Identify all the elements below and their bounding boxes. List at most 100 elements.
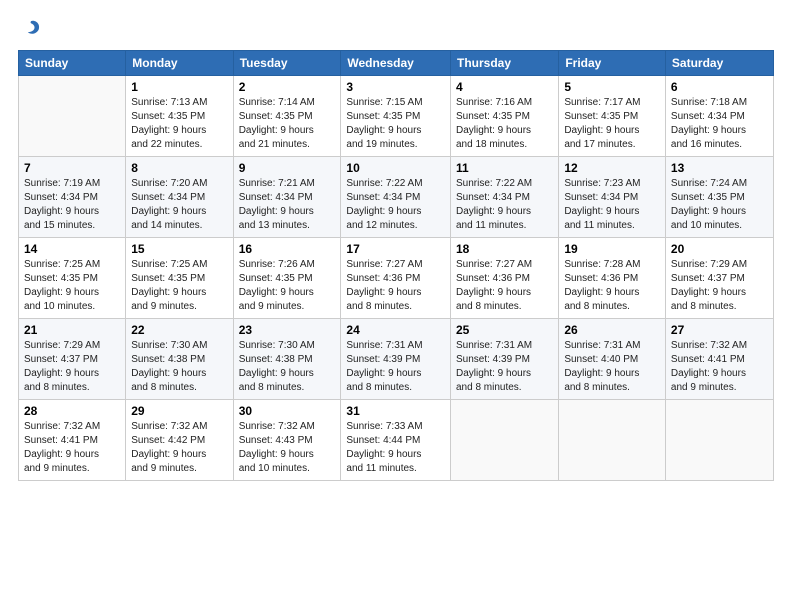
day-number: 8 bbox=[131, 161, 227, 175]
day-info: Sunrise: 7:32 AM Sunset: 4:42 PM Dayligh… bbox=[131, 420, 227, 476]
day-cell bbox=[450, 400, 558, 481]
day-number: 4 bbox=[456, 80, 553, 94]
day-info: Sunrise: 7:21 AM Sunset: 4:34 PM Dayligh… bbox=[239, 177, 336, 233]
day-number: 25 bbox=[456, 323, 553, 337]
day-info: Sunrise: 7:27 AM Sunset: 4:36 PM Dayligh… bbox=[456, 258, 553, 314]
logo-bird-icon bbox=[20, 18, 42, 40]
day-info: Sunrise: 7:31 AM Sunset: 4:40 PM Dayligh… bbox=[564, 339, 660, 395]
page: SundayMondayTuesdayWednesdayThursdayFrid… bbox=[0, 0, 792, 612]
day-info: Sunrise: 7:22 AM Sunset: 4:34 PM Dayligh… bbox=[456, 177, 553, 233]
day-info: Sunrise: 7:29 AM Sunset: 4:37 PM Dayligh… bbox=[671, 258, 768, 314]
day-number: 29 bbox=[131, 404, 227, 418]
day-cell: 5 Sunrise: 7:17 AM Sunset: 4:35 PM Daylig… bbox=[559, 76, 666, 157]
day-info: Sunrise: 7:33 AM Sunset: 4:44 PM Dayligh… bbox=[346, 420, 445, 476]
day-cell: 14 Sunrise: 7:25 AM Sunset: 4:35 PM Dayli… bbox=[19, 238, 126, 319]
day-info: Sunrise: 7:18 AM Sunset: 4:34 PM Dayligh… bbox=[671, 96, 768, 152]
day-cell: 30 Sunrise: 7:32 AM Sunset: 4:43 PM Dayli… bbox=[233, 400, 341, 481]
calendar-table: SundayMondayTuesdayWednesdayThursdayFrid… bbox=[18, 50, 774, 481]
day-number: 31 bbox=[346, 404, 445, 418]
week-row-2: 14 Sunrise: 7:25 AM Sunset: 4:35 PM Dayli… bbox=[19, 238, 774, 319]
day-info: Sunrise: 7:16 AM Sunset: 4:35 PM Dayligh… bbox=[456, 96, 553, 152]
day-number: 12 bbox=[564, 161, 660, 175]
day-number: 7 bbox=[24, 161, 120, 175]
day-cell: 1 Sunrise: 7:13 AM Sunset: 4:35 PM Daylig… bbox=[126, 76, 233, 157]
day-info: Sunrise: 7:24 AM Sunset: 4:35 PM Dayligh… bbox=[671, 177, 768, 233]
day-number: 18 bbox=[456, 242, 553, 256]
col-header-wednesday: Wednesday bbox=[341, 51, 451, 76]
col-header-tuesday: Tuesday bbox=[233, 51, 341, 76]
day-cell: 27 Sunrise: 7:32 AM Sunset: 4:41 PM Dayli… bbox=[665, 319, 773, 400]
day-cell: 18 Sunrise: 7:27 AM Sunset: 4:36 PM Dayli… bbox=[450, 238, 558, 319]
day-cell: 25 Sunrise: 7:31 AM Sunset: 4:39 PM Dayli… bbox=[450, 319, 558, 400]
day-number: 19 bbox=[564, 242, 660, 256]
day-cell: 16 Sunrise: 7:26 AM Sunset: 4:35 PM Dayli… bbox=[233, 238, 341, 319]
day-number: 16 bbox=[239, 242, 336, 256]
day-number: 24 bbox=[346, 323, 445, 337]
week-row-3: 21 Sunrise: 7:29 AM Sunset: 4:37 PM Dayli… bbox=[19, 319, 774, 400]
day-number: 28 bbox=[24, 404, 120, 418]
day-number: 10 bbox=[346, 161, 445, 175]
day-cell: 13 Sunrise: 7:24 AM Sunset: 4:35 PM Dayli… bbox=[665, 157, 773, 238]
day-number: 11 bbox=[456, 161, 553, 175]
col-header-saturday: Saturday bbox=[665, 51, 773, 76]
day-info: Sunrise: 7:19 AM Sunset: 4:34 PM Dayligh… bbox=[24, 177, 120, 233]
day-number: 15 bbox=[131, 242, 227, 256]
day-info: Sunrise: 7:32 AM Sunset: 4:41 PM Dayligh… bbox=[671, 339, 768, 395]
day-number: 9 bbox=[239, 161, 336, 175]
day-cell: 7 Sunrise: 7:19 AM Sunset: 4:34 PM Daylig… bbox=[19, 157, 126, 238]
day-info: Sunrise: 7:32 AM Sunset: 4:41 PM Dayligh… bbox=[24, 420, 120, 476]
day-cell: 20 Sunrise: 7:29 AM Sunset: 4:37 PM Dayli… bbox=[665, 238, 773, 319]
day-cell bbox=[559, 400, 666, 481]
header bbox=[18, 18, 774, 40]
week-row-1: 7 Sunrise: 7:19 AM Sunset: 4:34 PM Daylig… bbox=[19, 157, 774, 238]
day-cell: 12Sunrise: 7:23 AM Sunset: 4:34 PM Dayli… bbox=[559, 157, 666, 238]
day-info: Sunrise: 7:31 AM Sunset: 4:39 PM Dayligh… bbox=[456, 339, 553, 395]
day-cell: 15Sunrise: 7:25 AM Sunset: 4:35 PM Dayli… bbox=[126, 238, 233, 319]
day-number: 26 bbox=[564, 323, 660, 337]
day-info: Sunrise: 7:28 AM Sunset: 4:36 PM Dayligh… bbox=[564, 258, 660, 314]
col-header-sunday: Sunday bbox=[19, 51, 126, 76]
day-cell: 24 Sunrise: 7:31 AM Sunset: 4:39 PM Dayli… bbox=[341, 319, 451, 400]
day-cell bbox=[665, 400, 773, 481]
day-cell: 2Sunrise: 7:14 AM Sunset: 4:35 PM Daylig… bbox=[233, 76, 341, 157]
day-cell: 3 Sunrise: 7:15 AM Sunset: 4:35 PM Daylig… bbox=[341, 76, 451, 157]
day-info: Sunrise: 7:17 AM Sunset: 4:35 PM Dayligh… bbox=[564, 96, 660, 152]
day-info: Sunrise: 7:26 AM Sunset: 4:35 PM Dayligh… bbox=[239, 258, 336, 314]
day-cell: 17Sunrise: 7:27 AM Sunset: 4:36 PM Dayli… bbox=[341, 238, 451, 319]
day-cell: 6Sunrise: 7:18 AM Sunset: 4:34 PM Daylig… bbox=[665, 76, 773, 157]
day-info: Sunrise: 7:31 AM Sunset: 4:39 PM Dayligh… bbox=[346, 339, 445, 395]
day-number: 20 bbox=[671, 242, 768, 256]
day-info: Sunrise: 7:30 AM Sunset: 4:38 PM Dayligh… bbox=[131, 339, 227, 395]
day-info: Sunrise: 7:32 AM Sunset: 4:43 PM Dayligh… bbox=[239, 420, 336, 476]
day-number: 14 bbox=[24, 242, 120, 256]
day-number: 5 bbox=[564, 80, 660, 94]
day-number: 13 bbox=[671, 161, 768, 175]
day-number: 27 bbox=[671, 323, 768, 337]
day-number: 21 bbox=[24, 323, 120, 337]
day-number: 17 bbox=[346, 242, 445, 256]
day-cell: 26 Sunrise: 7:31 AM Sunset: 4:40 PM Dayli… bbox=[559, 319, 666, 400]
day-info: Sunrise: 7:25 AM Sunset: 4:35 PM Dayligh… bbox=[24, 258, 120, 314]
day-cell: 29 Sunrise: 7:32 AM Sunset: 4:42 PM Dayli… bbox=[126, 400, 233, 481]
day-info: Sunrise: 7:30 AM Sunset: 4:38 PM Dayligh… bbox=[239, 339, 336, 395]
day-cell: 28 Sunrise: 7:32 AM Sunset: 4:41 PM Dayli… bbox=[19, 400, 126, 481]
day-info: Sunrise: 7:15 AM Sunset: 4:35 PM Dayligh… bbox=[346, 96, 445, 152]
day-number: 1 bbox=[131, 80, 227, 94]
day-number: 2 bbox=[239, 80, 336, 94]
week-row-4: 28 Sunrise: 7:32 AM Sunset: 4:41 PM Dayli… bbox=[19, 400, 774, 481]
day-number: 22 bbox=[131, 323, 227, 337]
day-cell: 21 Sunrise: 7:29 AM Sunset: 4:37 PM Dayli… bbox=[19, 319, 126, 400]
day-number: 30 bbox=[239, 404, 336, 418]
day-info: Sunrise: 7:29 AM Sunset: 4:37 PM Dayligh… bbox=[24, 339, 120, 395]
day-cell: 31 Sunrise: 7:33 AM Sunset: 4:44 PM Dayli… bbox=[341, 400, 451, 481]
day-info: Sunrise: 7:13 AM Sunset: 4:35 PM Dayligh… bbox=[131, 96, 227, 152]
calendar-header-row: SundayMondayTuesdayWednesdayThursdayFrid… bbox=[19, 51, 774, 76]
day-cell: 9 Sunrise: 7:21 AM Sunset: 4:34 PM Daylig… bbox=[233, 157, 341, 238]
day-cell bbox=[19, 76, 126, 157]
day-cell: 19 Sunrise: 7:28 AM Sunset: 4:36 PM Dayli… bbox=[559, 238, 666, 319]
day-info: Sunrise: 7:22 AM Sunset: 4:34 PM Dayligh… bbox=[346, 177, 445, 233]
day-number: 3 bbox=[346, 80, 445, 94]
col-header-thursday: Thursday bbox=[450, 51, 558, 76]
day-cell: 23Sunrise: 7:30 AM Sunset: 4:38 PM Dayli… bbox=[233, 319, 341, 400]
day-cell: 10 Sunrise: 7:22 AM Sunset: 4:34 PM Dayli… bbox=[341, 157, 451, 238]
